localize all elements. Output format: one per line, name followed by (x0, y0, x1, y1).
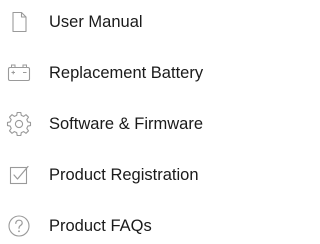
menu-item-label: User Manual (49, 13, 143, 31)
menu-item-label: Product Registration (49, 166, 199, 184)
menu-item-user-manual[interactable]: User Manual (0, 5, 243, 39)
document-icon (6, 9, 32, 35)
menu-item-software-firmware[interactable]: Software & Firmware (0, 107, 243, 141)
question-icon (6, 213, 32, 239)
menu-item-label: Product FAQs (49, 217, 152, 235)
menu-item-label: Replacement Battery (49, 64, 204, 82)
gear-icon (6, 111, 32, 137)
menu-item-label: Software & Firmware (49, 115, 204, 133)
checkbox-icon (6, 162, 32, 188)
menu-item-product-faqs[interactable]: Product FAQs (0, 209, 243, 243)
menu-item-product-registration[interactable]: Product Registration (0, 158, 243, 192)
support-menu: User Manual Replacement Battery Software… (0, 0, 243, 244)
menu-item-replacement-battery[interactable]: Replacement Battery (0, 56, 243, 90)
battery-icon (6, 60, 32, 86)
